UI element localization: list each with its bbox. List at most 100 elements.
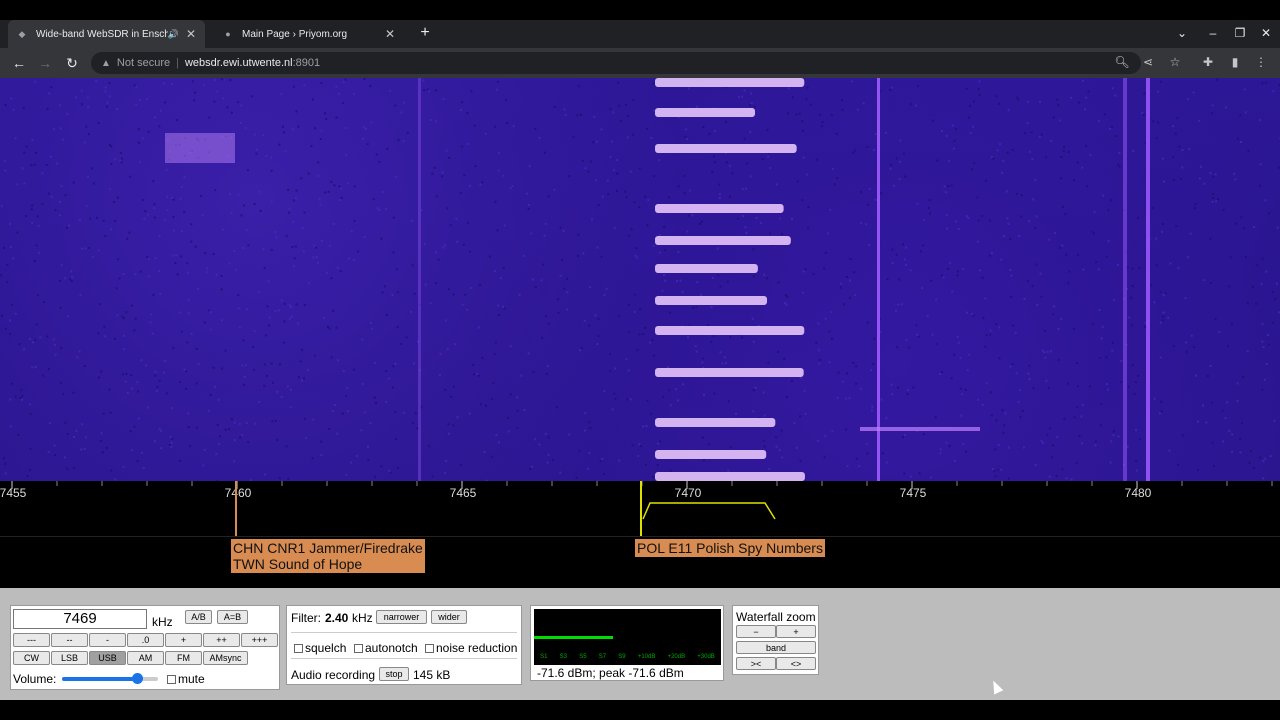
mute-control[interactable]: mute [167, 672, 205, 686]
ab-button[interactable]: A/B [185, 610, 212, 624]
speaker-icon[interactable]: 🔊 [168, 29, 179, 40]
menu-icon[interactable]: ⋮ [1253, 55, 1269, 69]
volume-handle[interactable] [131, 673, 143, 684]
squelch-checkbox[interactable] [294, 644, 303, 653]
noise-speck [889, 167, 892, 170]
step-up-1-button[interactable]: + [165, 633, 202, 647]
close-window-button[interactable]: ✕ [1258, 26, 1274, 40]
noise-speck [500, 277, 503, 280]
close-tab-icon[interactable]: ✕ [183, 27, 199, 41]
mode-am-button[interactable]: AM [127, 651, 164, 665]
mode-usb-button[interactable]: USB [89, 651, 126, 665]
restore-button[interactable]: ❐ [1232, 26, 1248, 40]
autonotch-control[interactable]: autonotch [354, 641, 418, 655]
new-tab-button[interactable]: + [416, 24, 434, 42]
noise-speck [1009, 365, 1012, 368]
noise-speck [836, 177, 839, 180]
reload-icon[interactable]: ↻ [63, 54, 81, 72]
zoom-box: Waterfall zoom − + band >< <> [732, 605, 819, 675]
zoom-narrow-button[interactable]: >< [736, 657, 776, 670]
back-icon[interactable]: ← [10, 54, 28, 72]
noise-speck [1077, 101, 1080, 104]
mode-amsync-button[interactable]: AMsync [203, 651, 248, 665]
zoom-out-button[interactable]: − [736, 625, 776, 638]
noise-speck [1112, 341, 1115, 344]
noise-speck [613, 392, 616, 395]
step-down-2-button[interactable]: -- [51, 633, 88, 647]
frequency-input[interactable]: 7469 [13, 609, 147, 629]
noise-speck [70, 280, 73, 283]
tab-search-icon[interactable]: ⌄ [1174, 26, 1190, 40]
url-host: websdr.ewi.utwente.nl [184, 57, 293, 69]
noise-speck [606, 179, 609, 182]
mode-fm-button[interactable]: FM [165, 651, 202, 665]
waterfall-display[interactable] [0, 78, 1280, 481]
narrower-button[interactable]: narrower [376, 610, 427, 624]
zoom-wide-button[interactable]: <> [776, 657, 816, 670]
step-down-1-button[interactable]: - [89, 633, 126, 647]
mute-label: mute [178, 672, 205, 686]
station-label-cnr1[interactable]: CHN CNR1 Jammer/Firedrake TWN Sound of H… [231, 539, 425, 573]
extensions-icon[interactable]: ✚ [1200, 55, 1216, 69]
mode-lsb-button[interactable]: LSB [51, 651, 88, 665]
side-panel-icon[interactable]: ▮ [1227, 55, 1243, 69]
mode-cw-button[interactable]: CW [13, 651, 50, 665]
round-button[interactable]: .0 [127, 633, 164, 647]
volume-slider[interactable] [62, 673, 158, 684]
noise-speck [320, 130, 323, 133]
noise-speck [319, 137, 322, 140]
stop-recording-button[interactable]: stop [379, 667, 409, 681]
noise-speck [755, 217, 758, 220]
zoom-in-button[interactable]: + [776, 625, 816, 638]
noise-reduction-checkbox[interactable] [425, 644, 434, 653]
station-label-e11[interactable]: POL E11 Polish Spy Numbers [635, 539, 825, 557]
noise-speck [839, 286, 842, 289]
noise-speck [1078, 435, 1081, 438]
noise-speck [916, 85, 919, 88]
noise-speck [662, 395, 665, 398]
squelch-control[interactable]: squelch [294, 641, 346, 655]
bookmark-star-icon[interactable]: ☆ [1167, 55, 1183, 69]
step-up-2-button[interactable]: ++ [203, 633, 240, 647]
noise-speck [338, 199, 341, 202]
noise-speck [848, 296, 851, 299]
autonotch-checkbox[interactable] [354, 644, 363, 653]
noise-speck [238, 422, 241, 425]
noise-speck [162, 82, 165, 85]
share-icon[interactable]: ⋖ [1140, 55, 1156, 69]
passband-indicator[interactable] [642, 502, 776, 520]
noise-speck [1061, 244, 1064, 247]
forward-icon[interactable]: → [36, 54, 54, 72]
minimize-button[interactable]: – [1205, 26, 1221, 40]
noise-speck [274, 310, 277, 313]
tab-priyom[interactable]: ● Main Page › Priyom.org ✕ [214, 20, 404, 48]
a-equals-b-button[interactable]: A=B [217, 610, 248, 624]
noise-speck [786, 295, 789, 298]
noise-speck [625, 196, 628, 199]
noise-speck [1172, 156, 1175, 159]
zoom-band-button[interactable]: band [736, 641, 816, 654]
noise-speck [251, 95, 254, 98]
noise-speck [203, 448, 206, 451]
noise-speck [532, 278, 535, 281]
noise-speck [1021, 410, 1024, 413]
url-field[interactable]: ▲ Not secure | websdr.ewi.utwente.nl :89… [91, 52, 1141, 74]
noise-speck [1177, 267, 1180, 270]
noise-speck [587, 170, 590, 173]
warning-icon[interactable]: ▲ [101, 58, 111, 69]
wider-button[interactable]: wider [431, 610, 467, 624]
close-tab-icon[interactable]: ✕ [382, 27, 398, 41]
noise-speck [1036, 303, 1039, 306]
mute-checkbox[interactable] [167, 675, 176, 684]
frequency-scale[interactable]: 7455 7460 7465 7470 7475 7480 [0, 481, 1280, 536]
noise-speck [490, 397, 493, 400]
tab-websdr[interactable]: ◆ Wide-band WebSDR in Ensch 🔊 ✕ [8, 20, 205, 48]
noise-speck [3, 246, 6, 249]
noise-speck [1159, 321, 1162, 324]
zoom-icon[interactable]: 🔍︎ [1114, 55, 1130, 69]
step-down-3-button[interactable]: --- [13, 633, 50, 647]
step-up-3-button[interactable]: +++ [241, 633, 278, 647]
noise-reduction-control[interactable]: noise reduction [425, 641, 517, 655]
noise-speck [228, 262, 231, 265]
noise-speck [998, 102, 1001, 105]
